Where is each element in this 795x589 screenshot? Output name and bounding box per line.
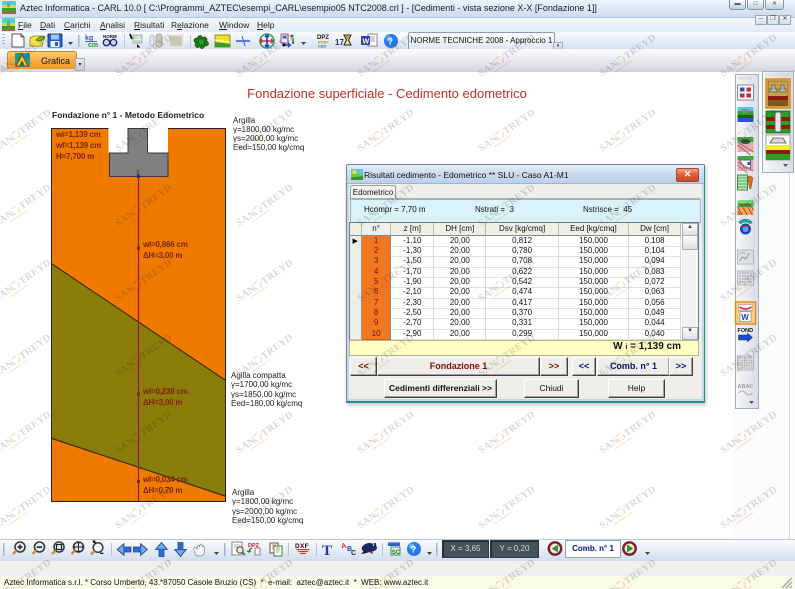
svg-text:DOPO: DOPO xyxy=(740,203,752,208)
svg-text:DXF: DXF xyxy=(295,543,309,550)
svg-text:ABAC: ABAC xyxy=(738,384,754,390)
svg-text:FOND: FOND xyxy=(738,328,754,334)
svg-text:T: T xyxy=(322,543,332,559)
svg-text:?: ? xyxy=(411,545,417,556)
svg-text:W: W xyxy=(741,313,749,322)
svg-text:C: C xyxy=(351,550,356,557)
svg-text:1: 1 xyxy=(136,170,140,177)
svg-text:SC: SC xyxy=(392,550,401,556)
